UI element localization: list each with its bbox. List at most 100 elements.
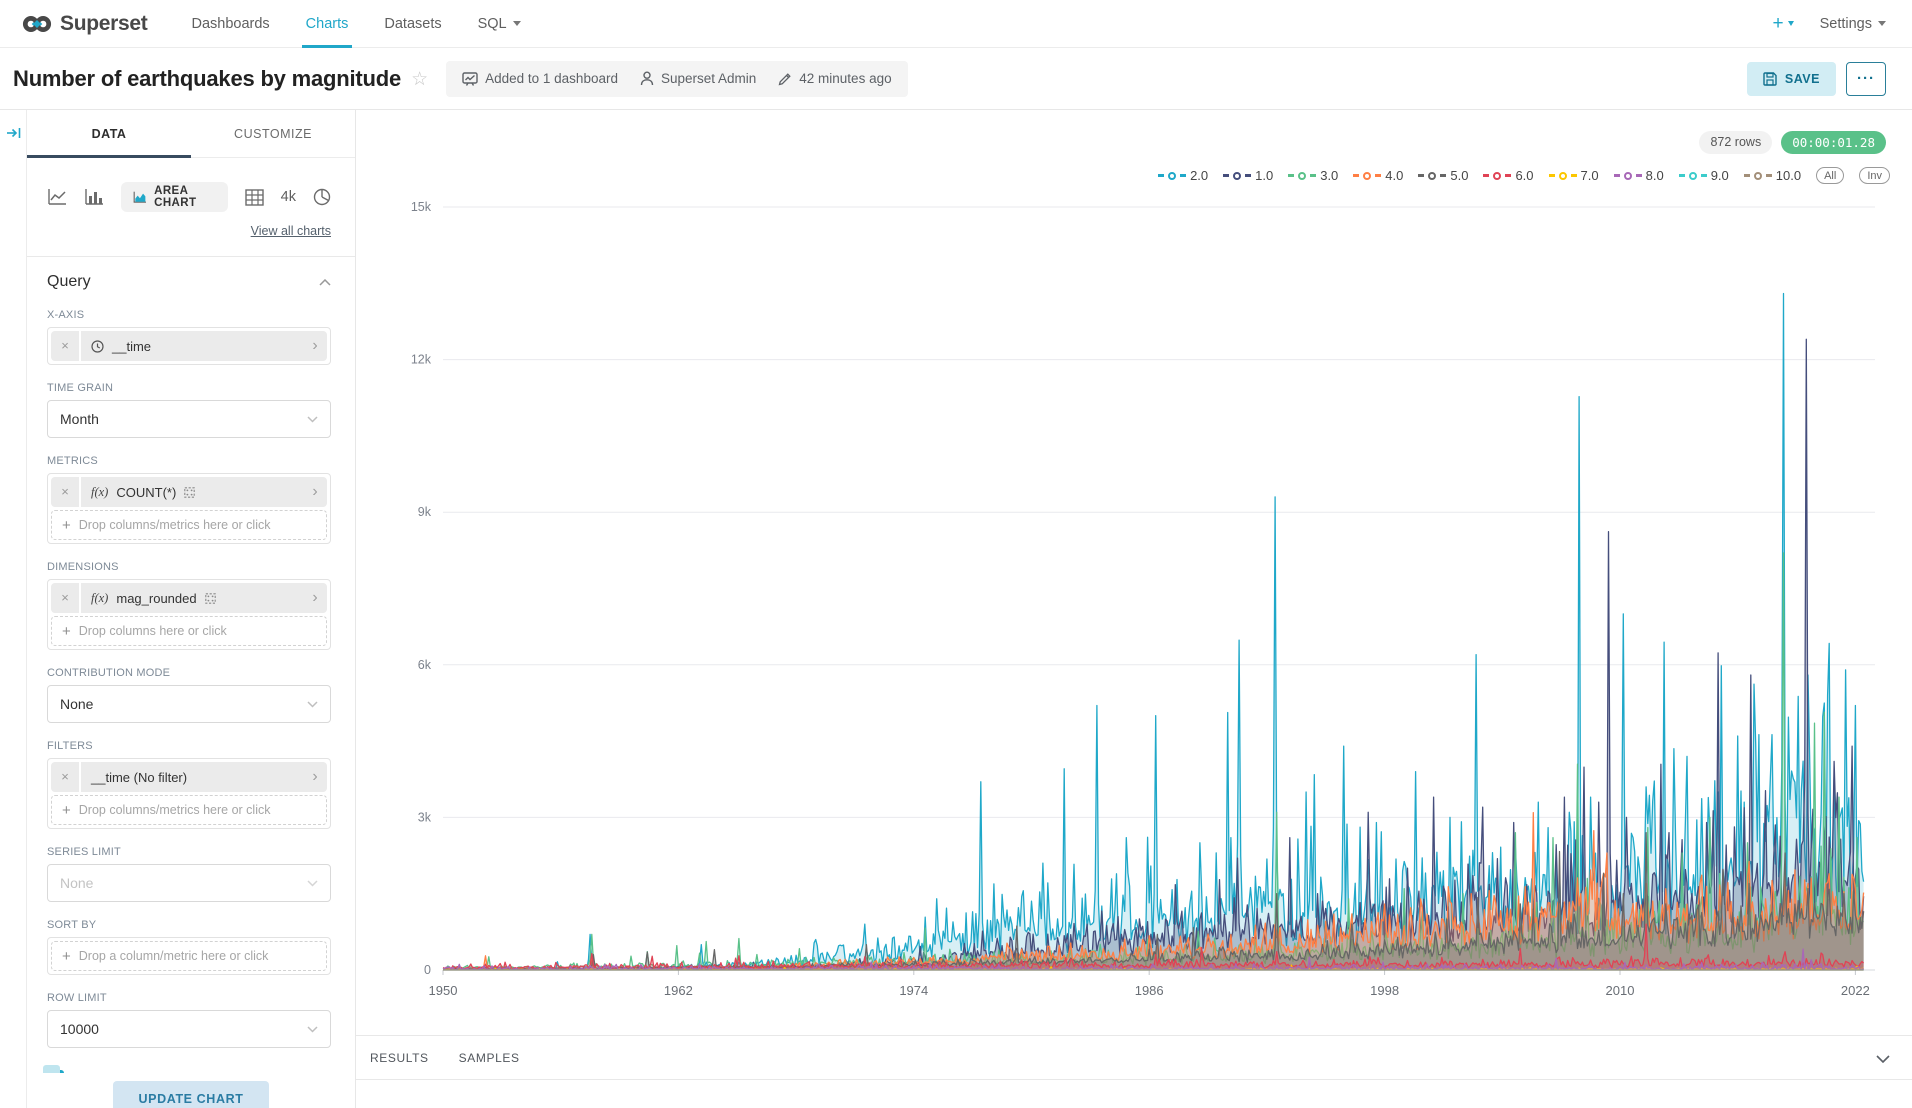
y-axis-tick-label: 0 bbox=[424, 963, 431, 977]
control-label: X-AXIS bbox=[47, 309, 331, 321]
dashboards-meta[interactable]: Added to 1 dashboard bbox=[462, 71, 618, 86]
remove-icon[interactable]: × bbox=[51, 583, 81, 613]
x-axis-pill[interactable]: × __time › bbox=[51, 331, 327, 361]
settings-menu[interactable]: Settings bbox=[1820, 16, 1886, 32]
sort-by-drop-zone[interactable]: + Drop a column/metric here or click bbox=[51, 941, 327, 971]
superset-logo-icon bbox=[22, 9, 52, 39]
x-axis-tick-label: 1974 bbox=[899, 983, 928, 998]
dimension-pill[interactable]: × f(x) mag_rounded › bbox=[51, 583, 327, 613]
nav-item-datasets[interactable]: Datasets bbox=[366, 0, 459, 48]
page-title: Number of earthquakes by magnitude bbox=[13, 66, 401, 92]
query-section-header[interactable]: Query bbox=[47, 273, 331, 291]
filters-drop-zone[interactable]: + Drop columns/metrics here or click bbox=[51, 795, 327, 825]
y-axis-tick-label: 6k bbox=[418, 658, 432, 672]
nav-item-dashboards[interactable]: Dashboards bbox=[173, 0, 287, 48]
view-all-charts-link[interactable]: View all charts bbox=[251, 224, 331, 238]
x-axis-tick-label: 2022 bbox=[1841, 983, 1870, 998]
tab-results[interactable]: RESULTS bbox=[370, 1051, 429, 1065]
dimensions-drop-zone[interactable]: + Drop columns here or click bbox=[51, 616, 327, 646]
save-button[interactable]: SAVE bbox=[1747, 62, 1836, 96]
function-icon: f(x) bbox=[91, 485, 108, 500]
panel-bottom-bar: UPDATE CHART bbox=[27, 1073, 355, 1108]
chevron-right-icon[interactable]: › bbox=[303, 332, 327, 360]
header-actions: SAVE ··· bbox=[1747, 62, 1886, 96]
line-chart-icon[interactable] bbox=[47, 188, 67, 206]
chevron-right-icon[interactable]: › bbox=[303, 478, 327, 506]
metrics-drop-zone[interactable]: + Drop columns/metrics here or click bbox=[51, 510, 327, 540]
panel-tabs: DATA CUSTOMIZE bbox=[27, 110, 355, 158]
dataset-column-icon bbox=[205, 593, 216, 604]
series-area-2.0 bbox=[443, 294, 1864, 971]
navbar-right: + Settings bbox=[1772, 13, 1912, 35]
update-chart-button[interactable]: UPDATE CHART bbox=[113, 1081, 270, 1108]
pie-chart-icon[interactable] bbox=[313, 188, 331, 206]
bar-chart-icon[interactable] bbox=[84, 188, 104, 206]
plus-icon: + bbox=[62, 623, 71, 640]
function-icon: f(x) bbox=[91, 591, 108, 606]
caret-down-icon bbox=[1788, 21, 1794, 26]
control-label: DIMENSIONS bbox=[47, 561, 331, 573]
collapse-panel-icon[interactable] bbox=[6, 126, 22, 145]
control-contribution-mode: CONTRIBUTION MODE None bbox=[47, 667, 331, 723]
plus-icon: + bbox=[62, 948, 71, 965]
remove-icon[interactable]: × bbox=[51, 762, 81, 792]
y-axis-tick-label: 3k bbox=[418, 810, 432, 824]
row-limit-select[interactable]: 10000 bbox=[47, 1010, 331, 1048]
favorite-star-icon[interactable]: ☆ bbox=[411, 68, 428, 91]
filter-pill[interactable]: × __time (No filter) › bbox=[51, 762, 327, 792]
save-icon bbox=[1763, 72, 1777, 86]
plus-icon: + bbox=[62, 517, 71, 534]
tab-customize[interactable]: CUSTOMIZE bbox=[191, 110, 355, 157]
nav-item-sql[interactable]: SQL bbox=[460, 0, 539, 48]
control-label: METRICS bbox=[47, 455, 331, 467]
owner-meta: Superset Admin bbox=[640, 71, 756, 86]
control-x-axis: X-AXIS × __time › bbox=[47, 309, 331, 365]
time-grain-select[interactable]: Month bbox=[47, 400, 331, 438]
x-axis-tick-label: 1986 bbox=[1135, 983, 1164, 998]
control-label: SERIES LIMIT bbox=[47, 846, 331, 858]
nav-item-charts[interactable]: Charts bbox=[288, 0, 367, 48]
control-filters: FILTERS × __time (No filter) › + Drop co… bbox=[47, 740, 331, 829]
filter-name: __time (No filter) bbox=[91, 770, 187, 785]
view-all-charts-row: View all charts bbox=[47, 222, 331, 240]
metric-name: COUNT(*) bbox=[116, 485, 176, 500]
control-dimensions: DIMENSIONS × f(x) mag_rounded › + Drop c… bbox=[47, 561, 331, 650]
chevron-right-icon[interactable]: › bbox=[303, 584, 327, 612]
panel-body: AREA CHART 4k View all charts Query X-AX… bbox=[27, 158, 355, 1087]
new-button[interactable]: + bbox=[1772, 13, 1793, 35]
superset-logo[interactable]: Superset bbox=[0, 9, 173, 39]
dimension-name: mag_rounded bbox=[116, 591, 196, 606]
caret-down-icon bbox=[513, 21, 521, 26]
control-label: TIME GRAIN bbox=[47, 382, 331, 394]
big-number-chart-icon[interactable]: 4k bbox=[281, 189, 296, 205]
tab-data[interactable]: DATA bbox=[27, 110, 191, 157]
remove-icon[interactable]: × bbox=[51, 331, 81, 361]
chevron-right-icon[interactable]: › bbox=[303, 763, 327, 791]
contribution-mode-select[interactable]: None bbox=[47, 685, 331, 723]
query-section-title: Query bbox=[47, 273, 91, 291]
results-tabs: RESULTS SAMPLES bbox=[356, 1036, 1912, 1080]
chart-metadata-bar: Added to 1 dashboard Superset Admin 42 m… bbox=[446, 61, 907, 97]
series-limit-select[interactable]: None bbox=[47, 864, 331, 902]
control-label: FILTERS bbox=[47, 740, 331, 752]
remove-icon[interactable]: × bbox=[51, 477, 81, 507]
chevron-down-icon bbox=[307, 701, 318, 708]
x-axis-column: __time bbox=[112, 339, 151, 354]
area-chart: 03k6k9k12k15k195019621974198619982010202… bbox=[356, 110, 1912, 1035]
user-icon bbox=[640, 71, 654, 86]
viz-type-selected-area-chart[interactable]: AREA CHART bbox=[121, 182, 228, 212]
control-metrics: METRICS × f(x) COUNT(*) › + Drop columns… bbox=[47, 455, 331, 544]
more-options-button[interactable]: ··· bbox=[1846, 62, 1886, 96]
table-chart-icon[interactable] bbox=[245, 189, 264, 206]
viz-type-label: AREA CHART bbox=[154, 185, 216, 209]
dataset-column-icon bbox=[184, 487, 195, 498]
control-sort-by: SORT BY + Drop a column/metric here or c… bbox=[47, 919, 331, 975]
chevron-down-icon bbox=[307, 1026, 318, 1033]
control-time-grain: TIME GRAIN Month bbox=[47, 382, 331, 438]
last-modified-meta: 42 minutes ago bbox=[778, 71, 891, 86]
control-series-limit: SERIES LIMIT None bbox=[47, 846, 331, 902]
collapse-results-icon[interactable] bbox=[1876, 1050, 1890, 1068]
metric-pill[interactable]: × f(x) COUNT(*) › bbox=[51, 477, 327, 507]
tab-samples[interactable]: SAMPLES bbox=[459, 1051, 520, 1065]
chart-header: Number of earthquakes by magnitude ☆ Add… bbox=[0, 48, 1912, 110]
